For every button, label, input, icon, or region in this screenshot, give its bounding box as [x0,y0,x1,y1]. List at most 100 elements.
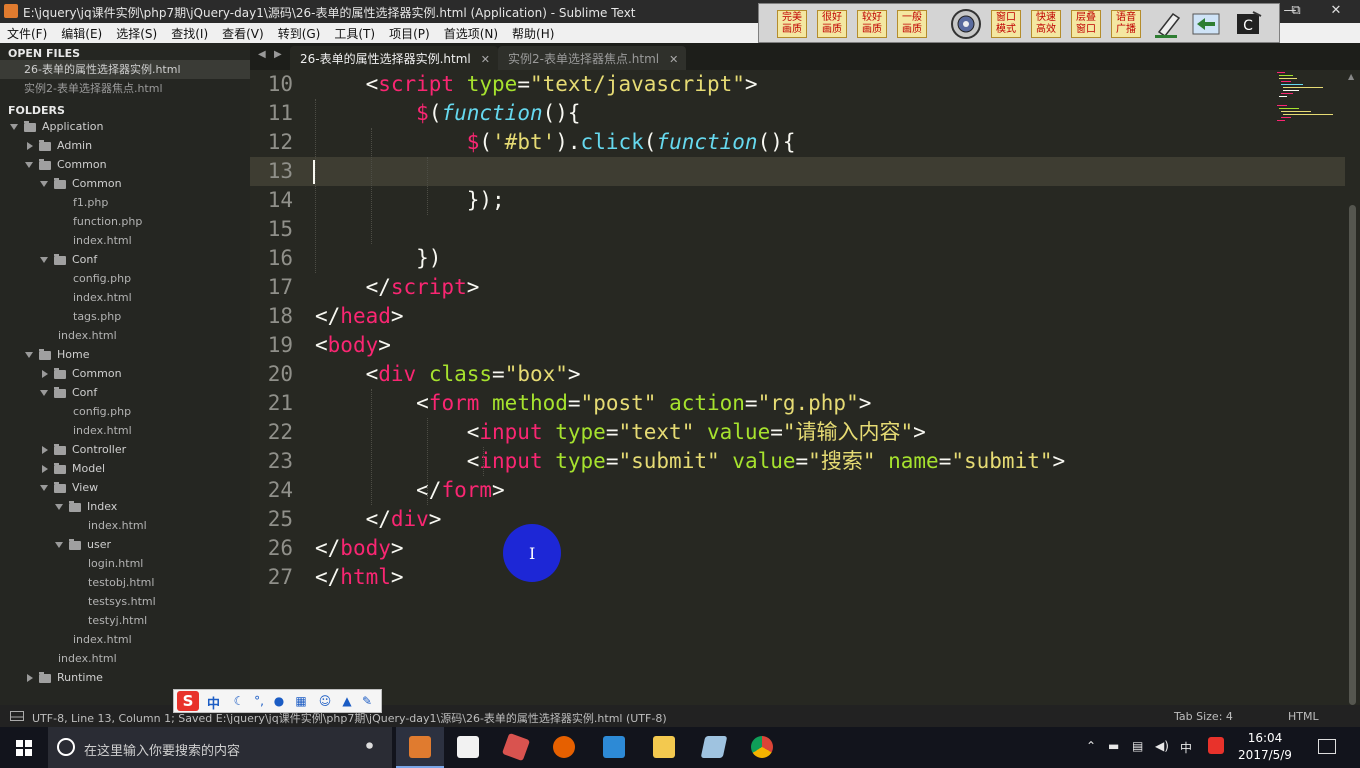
menu-item[interactable]: 帮助(H) [505,23,561,43]
wrench-icon[interactable]: ✎ [360,694,374,708]
notes-taskbar-button[interactable] [690,727,738,768]
folder-item[interactable]: Application [10,117,103,136]
file-item[interactable]: f1.php [73,193,108,212]
folder-item[interactable]: Common [40,364,122,383]
folder-item[interactable]: View [40,478,98,497]
menu-item[interactable]: 文件(F) [0,23,54,43]
folder-item[interactable]: Common [40,174,122,193]
restore-button[interactable]: ⧉ [1276,2,1316,22]
ime-mode-toggle[interactable]: 中 [207,693,220,712]
open-file-item[interactable]: 26-表单的属性选择器实例.html [0,60,250,79]
sublime-taskbar-button[interactable] [396,727,444,768]
microphone-icon[interactable]: ● [272,694,286,708]
open-file-item[interactable]: 实例2-表单选择器焦点.html [0,79,163,98]
quality-button[interactable]: 窗口 模式 [991,10,1021,38]
folder-item[interactable]: Runtime [25,668,103,687]
folder-item[interactable]: Conf [40,250,97,269]
code-editor[interactable]: 10 <script type="text/javascript"> 11 $(f… [250,70,1345,705]
firefox-taskbar-button[interactable] [540,727,588,768]
collapsed-arrow-icon[interactable] [42,370,48,378]
expanded-arrow-icon[interactable] [40,485,48,491]
file-item[interactable]: tags.php [73,307,121,326]
close-window-button[interactable]: ✕ [1316,2,1356,22]
file-item[interactable]: index.html [73,231,132,250]
quality-button[interactable]: 快速 高效 [1031,10,1061,38]
code-line[interactable]: <form method="post" action="rg.php"> [315,389,871,418]
file-item[interactable]: index.html [88,516,147,535]
code-line[interactable]: </html> [315,563,404,592]
punctuation-icon[interactable]: °, [252,694,266,708]
expanded-arrow-icon[interactable] [10,124,18,130]
file-item[interactable]: index.html [73,288,132,307]
tab-size-indicator[interactable]: Tab Size: 4 [1174,710,1233,723]
quality-button[interactable]: 完美 画质 [777,10,807,38]
minimap[interactable] [1275,70,1345,130]
quality-button[interactable]: 一般 画质 [897,10,927,38]
syntax-indicator[interactable]: HTML [1288,710,1319,723]
collapsed-arrow-icon[interactable] [27,674,33,682]
folder-item[interactable]: Index [55,497,117,516]
panel-toggle-icon[interactable] [10,711,24,721]
volume-icon[interactable]: ◀) [1155,739,1169,753]
collapsed-arrow-icon[interactable] [42,465,48,473]
clapper-icon[interactable]: C [1231,8,1265,40]
menu-item[interactable]: 项目(P) [382,23,437,43]
quality-button[interactable]: 层叠 窗口 [1071,10,1101,38]
network-icon[interactable]: ▬ [1108,739,1119,753]
code-line[interactable]: $(function(){ [315,99,580,128]
tab-prev-arrow[interactable]: ◀ [258,49,266,60]
menu-item[interactable]: 编辑(E) [54,23,109,43]
file-item[interactable]: testyj.html [88,611,147,630]
arrows-icon[interactable] [1189,8,1223,40]
expanded-arrow-icon[interactable] [25,352,33,358]
expanded-arrow-icon[interactable] [40,181,48,187]
file-item[interactable]: function.php [73,212,142,231]
disc-icon[interactable] [949,8,983,40]
file-item[interactable]: login.html [88,554,143,573]
folder-item[interactable]: Admin [25,136,92,155]
file-item[interactable]: index.html [73,630,132,649]
folder-item[interactable]: user [55,535,111,554]
sogou-logo[interactable]: S [177,691,199,711]
menu-item[interactable]: 转到(G) [271,23,328,43]
scroll-up-icon[interactable]: ▲ [1348,72,1354,81]
code-line[interactable]: </script> [315,273,480,302]
folder-item[interactable]: Common [25,155,107,174]
microphone-icon[interactable]: ⏺ [366,738,373,754]
app-taskbar-button[interactable] [492,727,540,768]
taskbar-search[interactable]: 在这里输入你要搜索的内容 ⏺ [48,727,392,768]
close-tab-icon[interactable]: ✕ [481,53,490,66]
file-item[interactable]: index.html [73,421,132,440]
menu-item[interactable]: 选择(S) [109,23,164,43]
taskbar-clock[interactable]: 16:04 2017/5/9 [1236,730,1294,764]
quality-button[interactable]: 很好 画质 [817,10,847,38]
sogou-tray-icon[interactable] [1208,737,1224,754]
keyboard-icon[interactable]: ▦ [294,694,308,708]
expanded-arrow-icon[interactable] [55,504,63,510]
folder-item[interactable]: Controller [40,440,126,459]
notification-icon[interactable] [1318,739,1336,754]
expanded-arrow-icon[interactable] [40,257,48,263]
menu-item[interactable]: 首选项(N) [437,23,505,43]
tray-ime-indicator[interactable]: 中 [1180,739,1192,756]
wifi-icon[interactable]: ▤ [1132,739,1143,753]
expanded-arrow-icon[interactable] [55,542,63,548]
tab-active-file[interactable]: 26-表单的属性选择器实例.html ✕ [290,46,498,70]
code-line[interactable]: }) [315,244,441,273]
code-line[interactable]: $('#bt').click(function(){ [315,128,796,157]
file-item[interactable]: testobj.html [88,573,154,592]
expanded-arrow-icon[interactable] [40,390,48,396]
file-item[interactable]: index.html [58,326,117,345]
eraser-icon[interactable] [1151,8,1185,40]
expanded-arrow-icon[interactable] [25,162,33,168]
explorer-taskbar-button[interactable] [640,727,688,768]
quality-button[interactable]: 语音 广播 [1111,10,1141,38]
file-item[interactable]: testsys.html [88,592,156,611]
wps-taskbar-button[interactable] [590,727,638,768]
code-line[interactable]: </body> [315,534,404,563]
code-line[interactable]: </head> [315,302,404,331]
code-line[interactable]: <input type="text" value="请输入内容"> [315,418,926,447]
code-line[interactable]: </form> [315,476,505,505]
tray-expand-icon[interactable]: ⌃ [1086,739,1096,753]
collapsed-arrow-icon[interactable] [27,142,33,150]
